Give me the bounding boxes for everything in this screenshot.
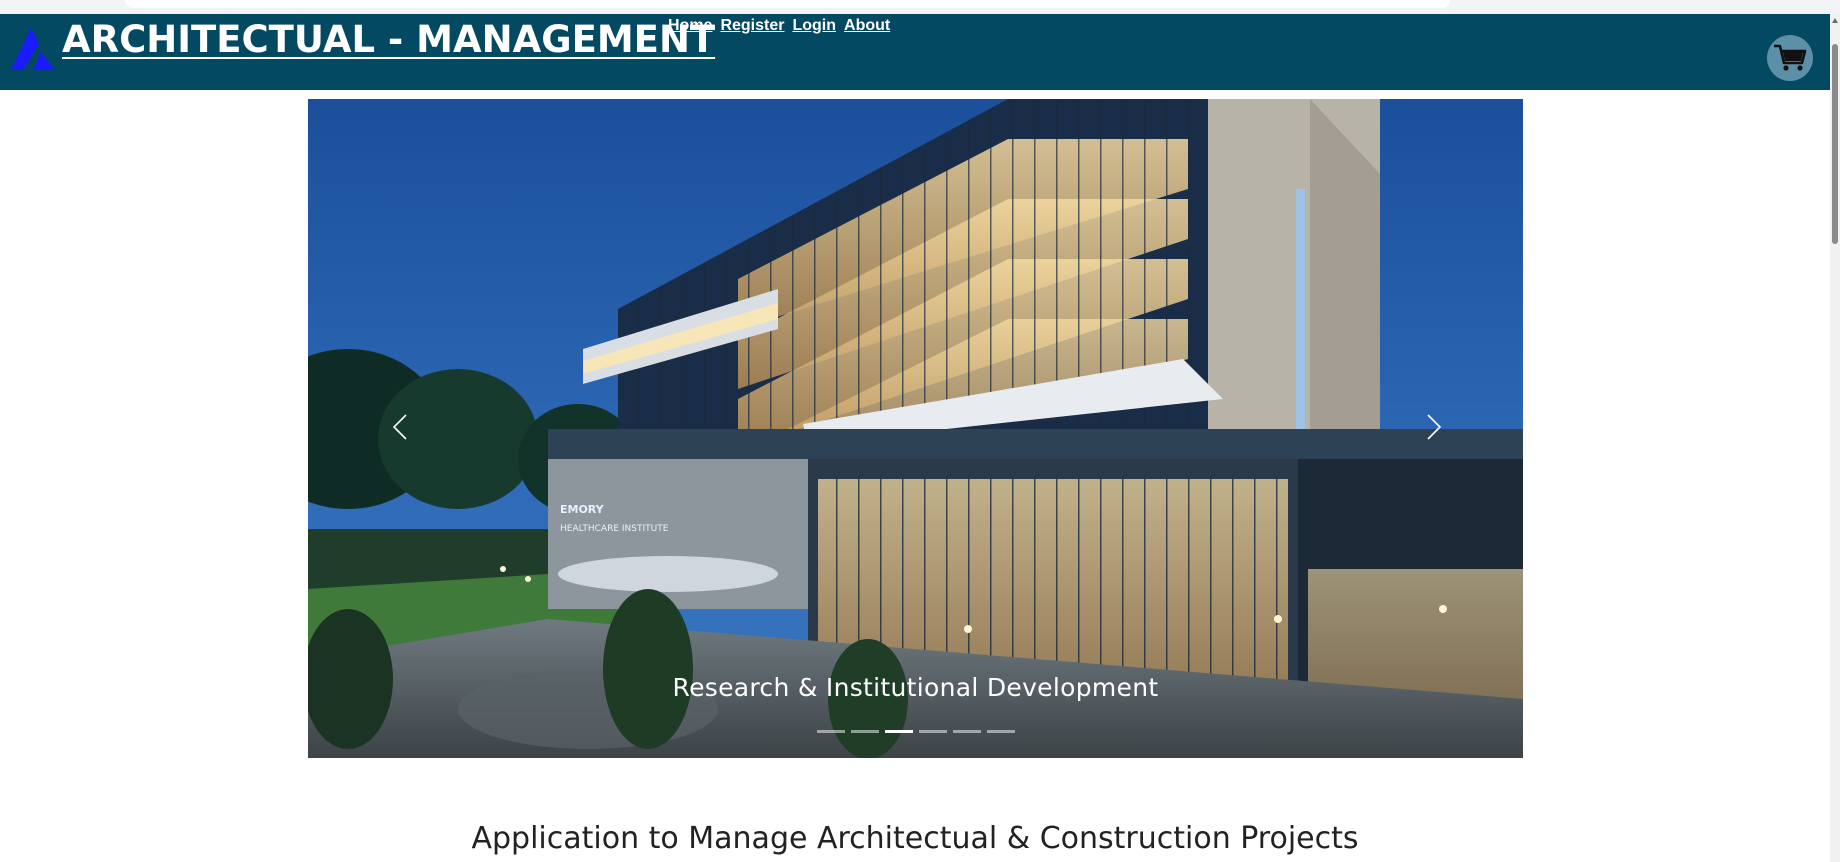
scrollbar-thumb[interactable] (1832, 44, 1838, 244)
carousel-indicator-5[interactable] (953, 730, 981, 733)
nav-about-link[interactable]: About (844, 17, 890, 35)
browser-chrome-strip (0, 0, 1840, 14)
chevron-left-icon (392, 414, 407, 440)
main-nav: Home Register Login About (668, 17, 890, 35)
carousel-caption: Research & Institutional Development (672, 673, 1159, 702)
carousel-indicator-4[interactable] (919, 730, 947, 733)
svg-text:HEALTHCARE INSTITUTE: HEALTHCARE INSTITUTE (560, 524, 669, 534)
carousel-indicator-6[interactable] (987, 730, 1015, 733)
shopping-cart-icon (1774, 44, 1807, 71)
hero-carousel: EMORY HEALTHCARE INSTITUTE Research & In… (308, 99, 1523, 758)
carousel-next-button[interactable] (1414, 407, 1454, 447)
cart-button[interactable] (1767, 35, 1813, 81)
top-navbar: ARCHITECTUAL - MANAGEMENT Home Register … (0, 14, 1830, 90)
nav-home-link[interactable]: Home (668, 17, 712, 35)
nav-login-link[interactable]: Login (792, 17, 836, 35)
carousel-indicator-1[interactable] (817, 730, 845, 733)
page-headline: Application to Manage Architectual & Con… (471, 821, 1359, 857)
carousel-indicator-2[interactable] (851, 730, 879, 733)
triangle-logo-icon[interactable] (9, 24, 57, 70)
carousel-prev-button[interactable] (380, 407, 420, 447)
svg-text:EMORY: EMORY (560, 503, 605, 516)
chevron-right-icon (1427, 414, 1442, 440)
address-bar-edge (125, 0, 1450, 8)
scroll-up-arrow-icon[interactable] (1832, 18, 1838, 23)
carousel-indicators (817, 730, 1015, 733)
carousel-indicator-3[interactable] (885, 730, 913, 733)
page-scrollbar[interactable] (1830, 14, 1840, 862)
nav-register-link[interactable]: Register (720, 17, 784, 35)
brand-title-link[interactable]: ARCHITECTUAL - MANAGEMENT (62, 18, 715, 61)
building-photo: EMORY HEALTHCARE INSTITUTE (308, 99, 1523, 758)
